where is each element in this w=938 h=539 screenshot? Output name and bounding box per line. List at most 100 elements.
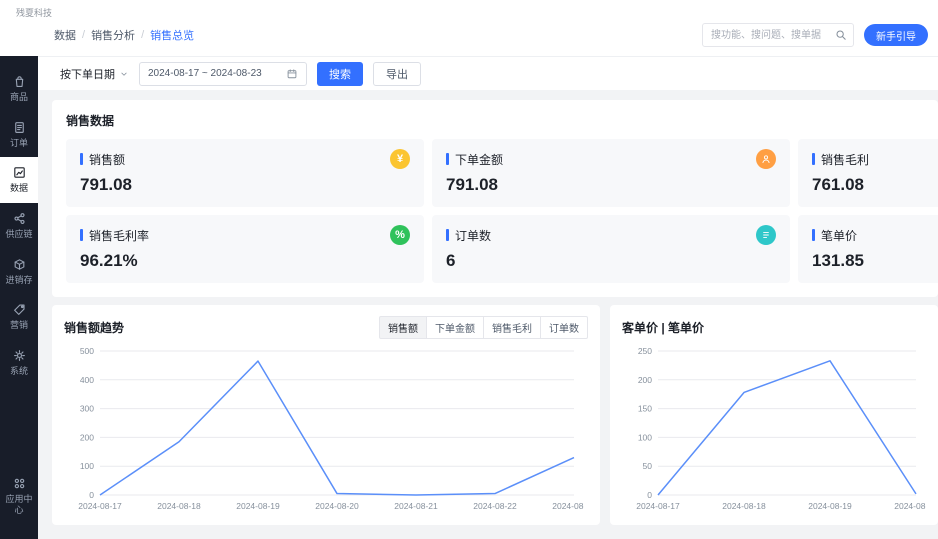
header-right: 新手引导 — [702, 23, 928, 47]
svg-text:150: 150 — [638, 404, 652, 414]
svg-text:2024-08-19: 2024-08-19 — [236, 501, 280, 511]
sidebar-item-label: 营销 — [9, 320, 28, 331]
stat-card: 销售毛利 761.08 — [798, 139, 938, 207]
svg-text:2024-08-19: 2024-08-19 — [808, 501, 852, 511]
stats-grid: 销售额 ¥ 791.08 下单金额 791.08 销售毛利 761.08 销售毛利率% 96.2… — [66, 139, 938, 283]
document-icon — [12, 120, 27, 135]
charts-row: 销售额趋势 销售额 下单金额 销售毛利 订单数 0 100 200 300 400 500 202… — [52, 305, 938, 525]
svg-text:100: 100 — [638, 432, 652, 442]
svg-text:0: 0 — [647, 490, 652, 500]
stat-accent-bar — [80, 153, 83, 165]
stat-head: 订单数 — [446, 225, 776, 245]
tag-icon — [12, 302, 27, 317]
svg-text:0: 0 — [89, 490, 94, 500]
sidebar-item-inventory[interactable]: 进销存 — [0, 249, 38, 295]
svg-text:500: 500 — [80, 346, 94, 356]
sidebar: 商品订单数据供应链进销存营销系统 应用中心 — [0, 56, 38, 539]
sidebar-item-label: 供应链 — [5, 229, 33, 240]
breadcrumb-separator: / — [141, 29, 145, 41]
stat-card: 笔单价 131.85 — [798, 215, 938, 283]
svg-text:2024-08-22: 2024-08-22 — [473, 501, 517, 511]
svg-text:100: 100 — [80, 461, 94, 471]
logo-row: 残夏科技 — [0, 0, 938, 22]
newbie-guide-button[interactable]: 新手引导 — [864, 24, 928, 46]
sidebar-item-orders[interactable]: 订单 — [0, 112, 38, 158]
sidebar-item-system[interactable]: 系统 — [0, 340, 38, 386]
chart-title: 客单价 | 笔单价 — [622, 320, 705, 335]
price-per-order-chart: 0 50 100 150 200 250 2024-08-17 2024-08-18 2024-… — [636, 346, 926, 511]
stat-label: 订单数 — [455, 228, 492, 243]
sidebar-item-label: 订单 — [9, 137, 28, 148]
stat-value: 96.21% — [80, 251, 138, 270]
stat-accent-bar — [446, 153, 449, 165]
svg-text:250: 250 — [638, 346, 652, 356]
breadcrumb-item[interactable]: 数据 — [54, 27, 76, 43]
sidebar-item-data[interactable]: 数据 — [0, 157, 38, 204]
breadcrumb-separator: / — [82, 29, 86, 41]
chart-head: 销售额趋势 销售额 下单金额 销售毛利 订单数 — [64, 315, 588, 339]
stat-value: 131.85 — [812, 251, 864, 270]
chart-head: 客单价 | 笔单价 — [622, 315, 926, 339]
calendar-icon — [286, 68, 298, 80]
page-content: 销售数据 销售额 ¥791.08 下单金额 791.08 销售毛利 761.08 销售毛利率… — [38, 90, 938, 539]
user-icon — [756, 149, 776, 169]
date-type-label: 按下单日期 — [60, 68, 115, 81]
chart-tab[interactable]: 销售毛利 — [483, 315, 541, 339]
sidebar-item-label: 系统 — [9, 366, 28, 377]
sidebar-item-label: 数据 — [9, 183, 28, 194]
svg-text:2024-08-18: 2024-08-18 — [157, 501, 201, 511]
svg-text:2024-08-20: 2024-08-20 — [315, 501, 359, 511]
chart-tab[interactable]: 下单金额 — [426, 315, 484, 339]
share-icon — [12, 211, 27, 226]
stat-accent-bar — [812, 229, 815, 241]
svg-text:400: 400 — [80, 375, 94, 385]
stat-value: 6 — [446, 251, 456, 270]
breadcrumb: 数据 / 销售分析 / 销售总览 — [54, 27, 194, 43]
sales-trend-card: 销售额趋势 销售额 下单金额 销售毛利 订单数 0 100 200 300 400 500 202… — [52, 305, 600, 525]
sidebar-item-products[interactable]: 商品 — [0, 66, 38, 112]
stat-value: 791.08 — [80, 175, 132, 194]
sidebar-item-label: 应用中心 — [5, 493, 33, 516]
chart-icon — [12, 165, 27, 180]
svg-text:2024-08-20: 2024-08-20 — [894, 501, 926, 511]
filter-toolbar: 按下单日期 2024-08-17 ~ 2024-08-23 搜索 导出 — [38, 56, 938, 90]
body-row: 商品订单数据供应链进销存营销系统 应用中心 按下单日期 2024-08-17 ~… — [0, 56, 938, 539]
svg-text:2024-08-17: 2024-08-17 — [636, 501, 680, 511]
gear-icon — [12, 348, 27, 363]
box-icon — [12, 257, 27, 272]
sidebar-item-marketing[interactable]: 营销 — [0, 294, 38, 340]
stat-card: 销售额 ¥ 791.08 — [66, 139, 424, 207]
chart-tab[interactable]: 销售额 — [379, 315, 427, 339]
sidebar-item-app-center[interactable]: 应用中心 — [0, 468, 38, 525]
date-range-input[interactable]: 2024-08-17 ~ 2024-08-23 — [139, 61, 307, 86]
stat-head: 笔单价 — [812, 225, 938, 245]
main-column: 按下单日期 2024-08-17 ~ 2024-08-23 搜索 导出 销售数据… — [38, 56, 938, 539]
svg-text:300: 300 — [80, 404, 94, 414]
sidebar-bottom: 应用中心 — [0, 468, 38, 539]
stat-card: 销售毛利率% 96.21% — [66, 215, 424, 283]
sidebar-nav: 商品订单数据供应链进销存营销系统 — [0, 66, 38, 386]
stat-accent-bar — [812, 153, 815, 165]
date-type-dropdown[interactable]: 按下单日期 — [60, 66, 129, 82]
yen-icon: ¥ — [390, 149, 410, 169]
chart-tabs: 销售额 下单金额 销售毛利 订单数 — [379, 315, 588, 339]
search-input[interactable] — [702, 23, 854, 47]
stat-card: 订单数 6 — [432, 215, 790, 283]
stat-head: 销售额 ¥ — [80, 149, 410, 169]
sidebar-item-supply-chain[interactable]: 供应链 — [0, 203, 38, 249]
search-button[interactable]: 搜索 — [317, 61, 363, 86]
stat-card: 下单金额 791.08 — [432, 139, 790, 207]
breadcrumb-item[interactable]: 销售总览 — [150, 27, 194, 43]
svg-text:2024-08-17: 2024-08-17 — [78, 501, 122, 511]
stat-accent-bar — [80, 229, 83, 241]
list-icon — [756, 225, 776, 245]
stat-label: 下单金额 — [455, 152, 504, 167]
chart-tab[interactable]: 订单数 — [540, 315, 588, 339]
svg-text:50: 50 — [643, 461, 653, 471]
export-button[interactable]: 导出 — [373, 61, 421, 86]
grid-icon — [12, 476, 27, 491]
top-header: 残夏科技 数据 / 销售分析 / 销售总览 新手引导 — [0, 0, 938, 56]
date-range-value: 2024-08-17 ~ 2024-08-23 — [148, 68, 262, 79]
breadcrumb-item[interactable]: 销售分析 — [91, 27, 135, 43]
bag-icon — [12, 74, 27, 89]
